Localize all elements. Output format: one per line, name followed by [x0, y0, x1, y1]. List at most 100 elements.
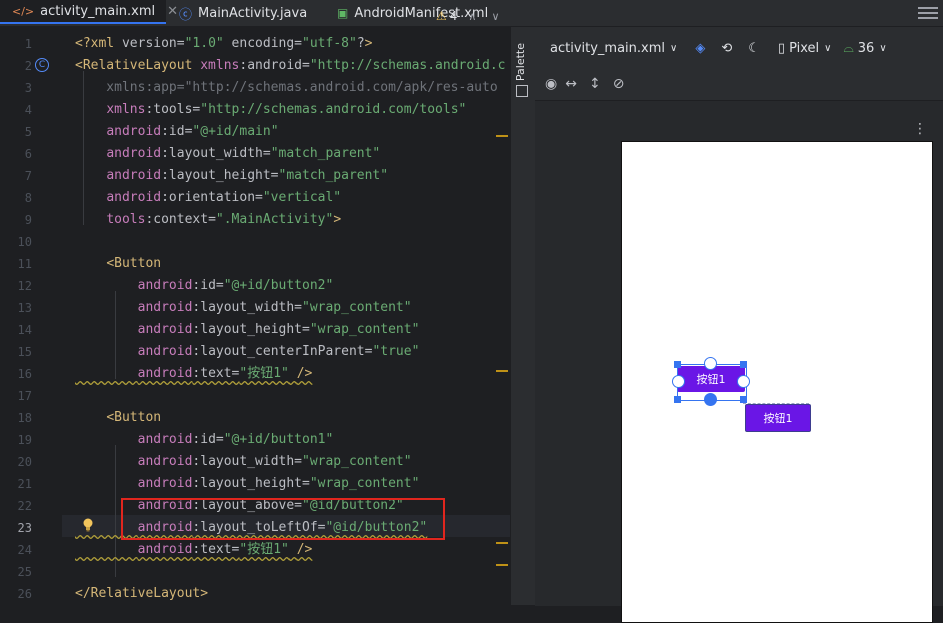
line-number: 10: [17, 235, 32, 249]
lightbulb-icon[interactable]: [82, 518, 94, 532]
line-number: 3: [24, 81, 32, 95]
code-line[interactable]: android:orientation="vertical": [75, 187, 341, 209]
line-number: 23: [17, 521, 32, 535]
hamburger-menu-icon[interactable]: [918, 4, 938, 22]
line-number: 22: [17, 499, 32, 513]
warning-count: 4: [449, 9, 458, 23]
preview-button-2[interactable]: 按钮1: [745, 404, 811, 432]
night-mode-icon[interactable]: ☾: [748, 41, 760, 56]
line-number-gutter: 1 2 3 4 5 6 7 8 9 10 11 12 13 14 15 16 17 18 19 20 21 22 23 24 2…: [0, 27, 62, 605]
tab-label: activity_main.xml: [40, 3, 156, 19]
line-number: 26: [17, 587, 32, 601]
line-number: 8: [24, 191, 32, 205]
line-number: 6: [24, 147, 32, 161]
line-number: 16: [17, 367, 32, 381]
design-sub-toolbar: ◉ ↔ ↕ ⊘: [535, 69, 943, 99]
line-number: 11: [17, 257, 32, 271]
line-number: 20: [17, 455, 32, 469]
constraint-anchor-right[interactable]: [737, 375, 750, 388]
class-icon: ⓒ: [179, 7, 193, 23]
code-line[interactable]: android:layout_width="wrap_content": [75, 451, 412, 473]
code-line[interactable]: </RelativeLayout>: [75, 583, 208, 605]
line-number: 18: [17, 411, 32, 425]
code-line[interactable]: xmlns:tools="http://schemas.android.com/…: [75, 99, 466, 121]
line-number: 24: [17, 543, 32, 557]
warning-icon: ⚠: [436, 9, 447, 23]
constraint-anchor-top[interactable]: [704, 357, 717, 370]
line-number: 12: [17, 279, 32, 293]
line-number: 2: [24, 59, 32, 73]
android-icon: ⌓: [843, 40, 854, 56]
layout-file-dropdown[interactable]: activity_main.xml: [550, 41, 665, 56]
resize-handle[interactable]: [740, 361, 747, 368]
device-icon: ▯: [777, 40, 786, 56]
code-line[interactable]: android:layout_width="wrap_content": [75, 297, 412, 319]
device-preview[interactable]: 按钮1 按钮1: [621, 141, 933, 623]
palette-label[interactable]: Palette: [514, 43, 527, 81]
line-number: 15: [17, 345, 32, 359]
design-canvas[interactable]: ⋮ 按钮1 按钮1: [535, 100, 943, 623]
device-dropdown[interactable]: Pixel: [789, 41, 819, 56]
constraints-off-icon[interactable]: ⊘: [613, 76, 625, 92]
chevron-down-icon[interactable]: ∨: [491, 10, 499, 23]
tab-main-activity-java[interactable]: ⓒ MainActivity.java: [175, 0, 329, 26]
code-line[interactable]: android:layout_height="wrap_content": [75, 319, 420, 341]
code-line[interactable]: android:layout_height="match_parent": [75, 165, 388, 187]
code-line[interactable]: <Button: [75, 407, 161, 429]
code-line[interactable]: xmlns:app="http://schemas.android.com/ap…: [75, 77, 497, 99]
resize-handle[interactable]: [740, 396, 747, 403]
layout-design-pane: activity_main.xml ∨ ◈ ⟲ ☾ ▯ Pixel ∨ ⌓ 36…: [535, 27, 943, 623]
code-line[interactable]: <Button: [75, 253, 161, 275]
line-number: 5: [24, 125, 32, 139]
vertical-arrows-icon[interactable]: ↕: [589, 76, 601, 92]
class-gutter-icon[interactable]: C: [35, 58, 49, 72]
scroll-marker: [496, 542, 508, 544]
code-line[interactable]: android:layout_centerInParent="true": [75, 341, 420, 363]
line-number: 13: [17, 301, 32, 315]
resize-handle[interactable]: [674, 361, 681, 368]
eye-icon[interactable]: ◉: [545, 76, 557, 92]
design-toolbar: activity_main.xml ∨ ◈ ⟲ ☾ ▯ Pixel ∨ ⌓ 36…: [535, 27, 943, 69]
more-options-icon[interactable]: ⋮: [913, 121, 927, 137]
horizontal-arrows-icon[interactable]: ↔: [565, 76, 577, 92]
palette-panel-strip[interactable]: Palette: [510, 27, 536, 605]
code-line[interactable]: tools:context=".MainActivity">: [75, 209, 341, 231]
code-line[interactable]: android:text="按钮1" />: [75, 539, 313, 561]
tab-activity-main-xml[interactable]: </> activity_main.xml ✕: [0, 0, 178, 24]
manifest-icon: ▣: [337, 6, 349, 20]
code-line[interactable]: android:layout_height="wrap_content": [75, 473, 420, 495]
code-line[interactable]: android:id="@+id/button1": [75, 429, 334, 451]
line-number: 4: [24, 103, 32, 117]
chevron-down-icon[interactable]: ∨: [879, 43, 886, 54]
code-line[interactable]: android:id="@+id/button2": [75, 275, 334, 297]
code-line[interactable]: <RelativeLayout xmlns:android="http://sc…: [75, 55, 506, 77]
constraint-anchor-bottom[interactable]: [704, 393, 717, 406]
chevron-down-icon[interactable]: ∨: [670, 43, 677, 54]
resize-handle[interactable]: [674, 396, 681, 403]
line-number: 19: [17, 433, 32, 447]
api-level-dropdown[interactable]: 36: [858, 41, 875, 56]
layers-icon[interactable]: ◈: [695, 41, 705, 56]
line-number: 9: [24, 213, 32, 227]
line-number: 17: [17, 389, 32, 403]
orientation-icon[interactable]: ⟲: [721, 41, 732, 56]
xml-icon: </>: [12, 4, 35, 18]
line-number: 21: [17, 477, 32, 491]
inspection-widget[interactable]: ⚠ 4 ∧ ∨: [436, 9, 500, 23]
line-number: 1: [24, 37, 32, 51]
code-line[interactable]: android:id="@+id/main": [75, 121, 278, 143]
scroll-marker: [496, 370, 508, 372]
constraint-anchor-left[interactable]: [672, 375, 685, 388]
line-number: 25: [17, 565, 32, 579]
scroll-marker: [496, 135, 508, 137]
highlight-box: [121, 498, 445, 540]
line-number: 7: [24, 169, 32, 183]
tab-label: MainActivity.java: [198, 5, 308, 21]
code-line[interactable]: <?xml version="1.0" encoding="utf-8"?>: [75, 33, 372, 55]
palette-icon: [516, 85, 528, 97]
code-line[interactable]: android:layout_width="match_parent": [75, 143, 380, 165]
chevron-up-icon[interactable]: ∧: [468, 10, 476, 23]
chevron-down-icon[interactable]: ∨: [824, 43, 831, 54]
code-line[interactable]: android:text="按钮1" />: [75, 363, 313, 385]
scroll-marker: [496, 564, 508, 566]
